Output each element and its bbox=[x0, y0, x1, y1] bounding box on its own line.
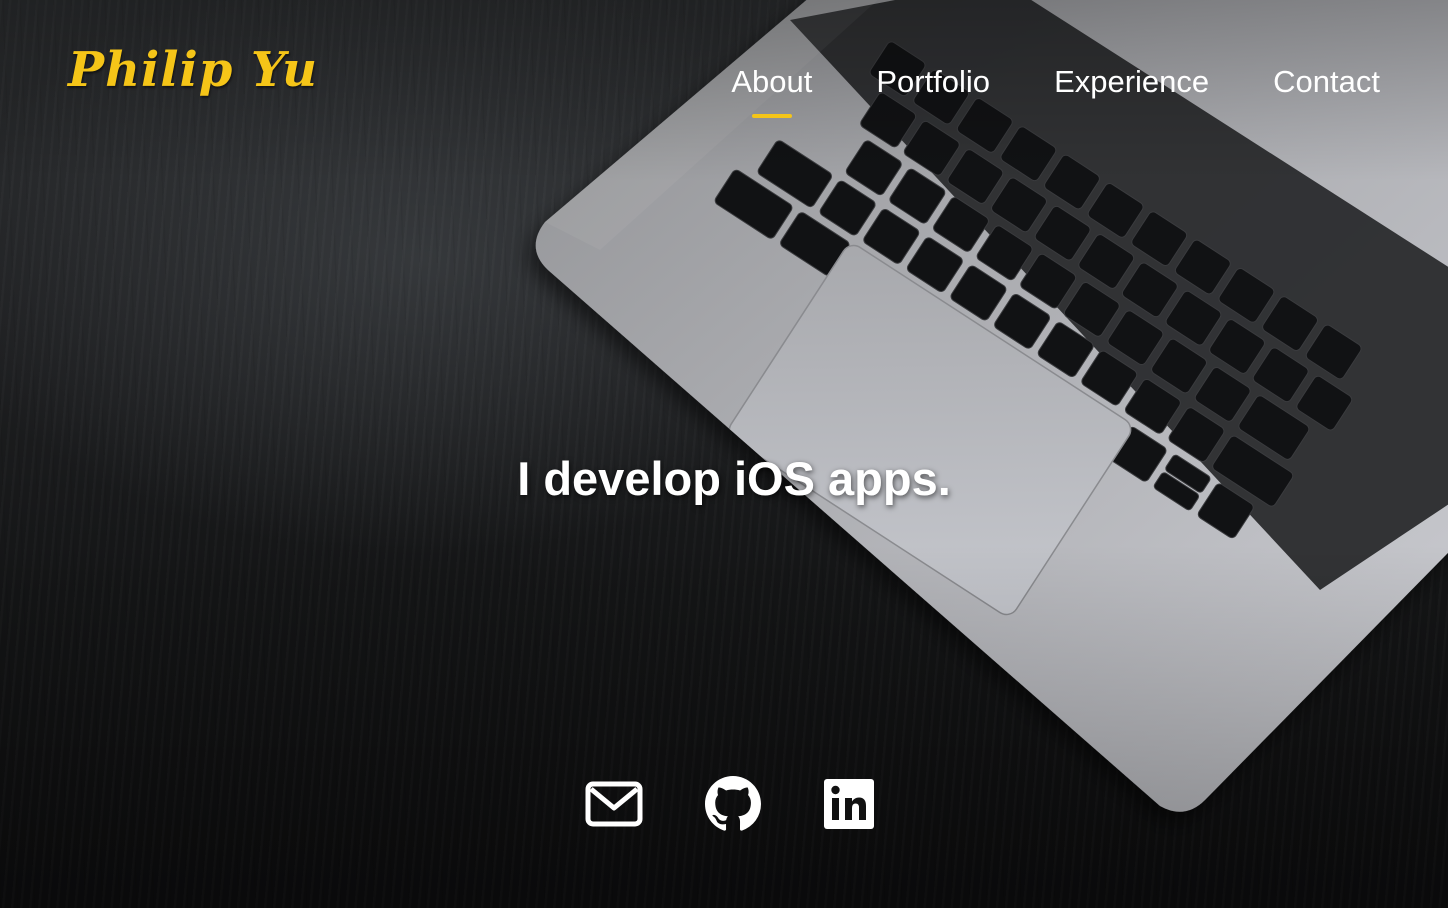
hero-section: Philip Yu About Portfolio Experience Con… bbox=[0, 0, 1448, 908]
nav-item-contact[interactable]: Contact bbox=[1273, 64, 1380, 100]
github-icon[interactable] bbox=[705, 776, 761, 832]
main-nav: About Portfolio Experience Contact bbox=[667, 64, 1380, 100]
nav-item-portfolio[interactable]: Portfolio bbox=[876, 64, 990, 100]
linkedin-icon-glyph bbox=[824, 779, 874, 829]
mail-icon[interactable] bbox=[585, 781, 643, 827]
hero-headline: I develop iOS apps. bbox=[517, 452, 951, 506]
github-icon-glyph bbox=[705, 776, 761, 831]
social-links bbox=[585, 776, 875, 832]
site-logo[interactable]: Philip Yu bbox=[68, 42, 318, 98]
mail-icon-glyph bbox=[585, 781, 643, 827]
nav-item-about[interactable]: About bbox=[731, 64, 812, 100]
nav-item-experience[interactable]: Experience bbox=[1054, 64, 1209, 100]
linkedin-icon[interactable] bbox=[823, 778, 875, 830]
